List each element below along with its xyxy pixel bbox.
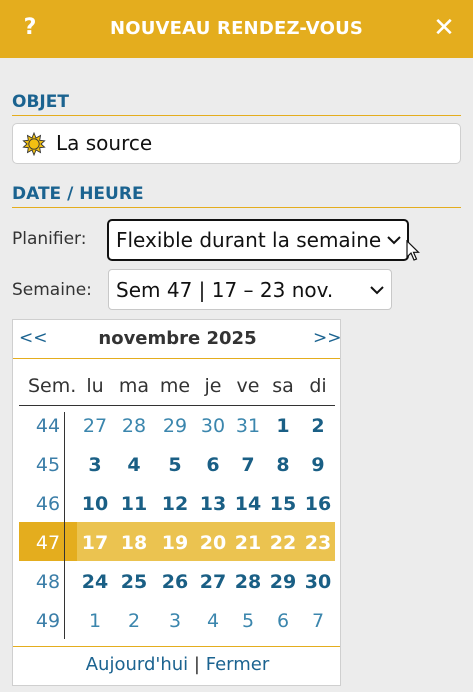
day-cell[interactable]: 31 <box>228 414 268 438</box>
objet-field[interactable]: La source <box>12 123 461 164</box>
week-number[interactable]: 47 <box>28 531 68 555</box>
calendar-divider <box>13 358 340 359</box>
day-cell[interactable]: 2 <box>298 414 338 438</box>
day-cell[interactable]: 27 <box>193 570 233 594</box>
day-cell[interactable]: 21 <box>228 531 268 555</box>
day-cell[interactable]: 29 <box>263 570 303 594</box>
day-cell[interactable]: 11 <box>114 492 154 516</box>
weekday-header: je <box>204 375 222 397</box>
chevron-down-icon <box>387 236 401 245</box>
day-cell[interactable]: 7 <box>298 609 338 633</box>
weekday-header: lu <box>86 375 104 397</box>
day-cell[interactable]: 15 <box>263 492 303 516</box>
week-number[interactable]: 49 <box>28 609 68 633</box>
week-number[interactable]: 46 <box>28 492 68 516</box>
day-cell[interactable]: 6 <box>263 609 303 633</box>
dialog-title: NOUVEAU RENDEZ-VOUS <box>109 18 364 39</box>
mouse-cursor-icon <box>406 240 420 261</box>
header-divider <box>19 405 335 406</box>
month-title: novembre 2025 <box>98 328 257 349</box>
weekday-header: me <box>159 375 191 397</box>
week-column-header: Sem. <box>28 375 77 397</box>
calendar-footer: Aujourd'hui | Fermer <box>13 654 342 675</box>
day-cell[interactable]: 9 <box>298 453 338 477</box>
day-cell[interactable]: 1 <box>75 609 115 633</box>
week-number[interactable]: 48 <box>28 570 68 594</box>
week-number[interactable]: 44 <box>28 414 68 438</box>
day-cell[interactable]: 29 <box>155 414 195 438</box>
weekday-header: sa <box>272 375 294 397</box>
day-cell[interactable]: 19 <box>155 531 195 555</box>
day-cell[interactable]: 23 <box>298 531 338 555</box>
day-cell[interactable]: 16 <box>298 492 338 516</box>
day-cell[interactable]: 26 <box>155 570 195 594</box>
today-link[interactable]: Aujourd'hui <box>86 654 188 675</box>
plan-select-value: Flexible durant la semaine <box>116 228 382 252</box>
day-cell[interactable]: 6 <box>193 453 233 477</box>
day-cell[interactable]: 30 <box>193 414 233 438</box>
day-cell[interactable]: 13 <box>193 492 233 516</box>
day-cell[interactable]: 5 <box>228 609 268 633</box>
week-label: Semaine: <box>12 280 92 300</box>
day-cell[interactable]: 3 <box>75 453 115 477</box>
week-select-value: Sem 47 | 17 – 23 nov. <box>116 278 334 302</box>
sun-icon <box>22 132 46 156</box>
plan-select[interactable]: Flexible durant la semaine <box>107 219 409 261</box>
day-cell[interactable]: 28 <box>114 414 154 438</box>
day-cell[interactable]: 20 <box>193 531 233 555</box>
day-cell[interactable]: 3 <box>155 609 195 633</box>
day-cell[interactable]: 2 <box>114 609 154 633</box>
day-cell[interactable]: 8 <box>263 453 303 477</box>
week-select[interactable]: Sem 47 | 17 – 23 nov. <box>108 269 392 310</box>
weekday-header: di <box>309 375 327 397</box>
week-column-divider <box>64 412 65 639</box>
help-button[interactable]: ? <box>20 12 40 44</box>
day-cell[interactable]: 12 <box>155 492 195 516</box>
footer-separator: | <box>193 654 200 675</box>
objet-section-title: OBJET <box>12 92 461 116</box>
dialog-header: NOUVEAU RENDEZ-VOUS ? ✕ <box>0 0 473 58</box>
day-cell[interactable]: 30 <box>298 570 338 594</box>
datetime-section-title: DATE / HEURE <box>12 184 461 208</box>
day-cell[interactable]: 27 <box>75 414 115 438</box>
next-month-button[interactable]: >> <box>313 328 342 348</box>
objet-value: La source <box>56 131 153 155</box>
day-cell[interactable]: 4 <box>114 453 154 477</box>
weekday-header: ve <box>236 375 260 397</box>
close-button[interactable]: ✕ <box>430 12 458 44</box>
day-cell[interactable]: 1 <box>263 414 303 438</box>
day-cell[interactable]: 24 <box>75 570 115 594</box>
chevron-down-icon <box>370 285 384 294</box>
day-cell[interactable]: 10 <box>75 492 115 516</box>
day-cell[interactable]: 14 <box>228 492 268 516</box>
weekday-header: ma <box>118 375 150 397</box>
day-cell[interactable]: 25 <box>114 570 154 594</box>
day-cell[interactable]: 17 <box>75 531 115 555</box>
plan-label: Planifier: <box>12 229 87 249</box>
day-cell[interactable]: 22 <box>263 531 303 555</box>
day-cell[interactable]: 5 <box>155 453 195 477</box>
day-cell[interactable]: 18 <box>114 531 154 555</box>
day-cell[interactable]: 4 <box>193 609 233 633</box>
week-number[interactable]: 45 <box>28 453 68 477</box>
calendar-divider <box>13 646 340 647</box>
close-calendar-link[interactable]: Fermer <box>206 654 270 675</box>
day-cell[interactable]: 7 <box>228 453 268 477</box>
day-cell[interactable]: 28 <box>228 570 268 594</box>
